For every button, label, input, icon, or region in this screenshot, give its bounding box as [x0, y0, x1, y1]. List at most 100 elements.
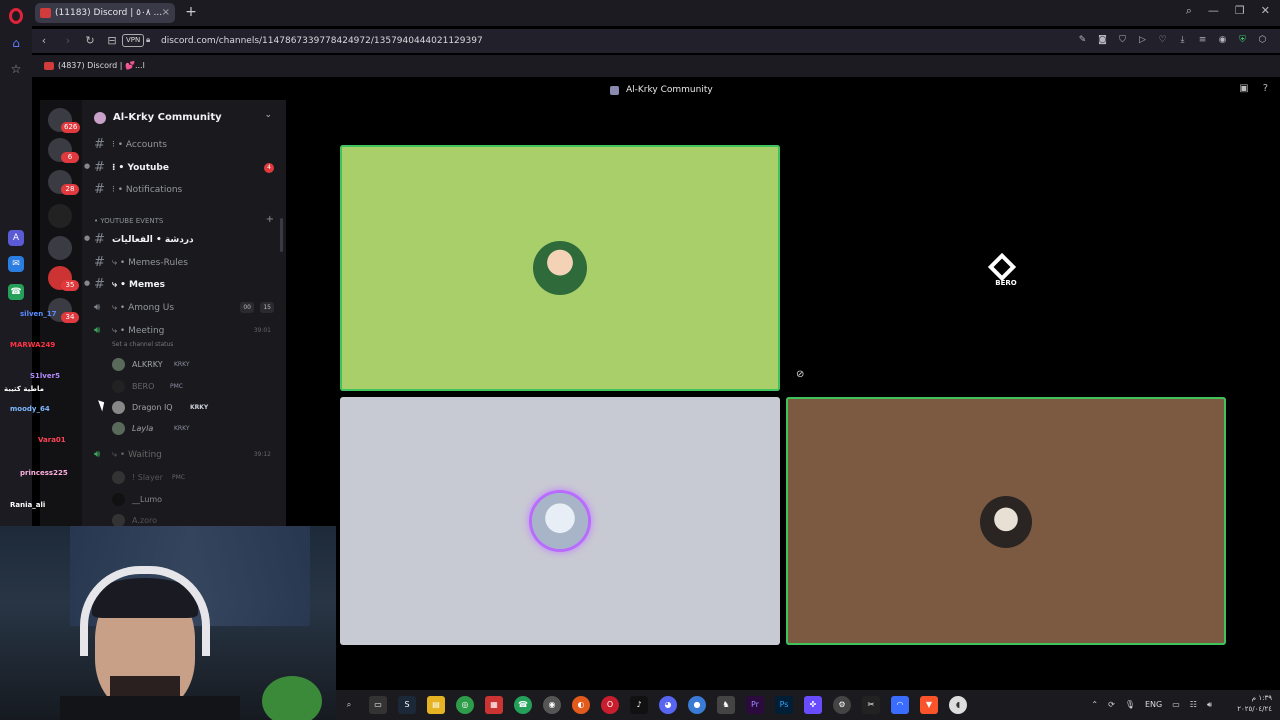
star-icon[interactable]: ☆: [9, 62, 23, 76]
server-icon-4[interactable]: [48, 204, 72, 228]
premiere-icon[interactable]: Pr: [746, 696, 764, 714]
lock-icon[interactable]: 🔒︎: [146, 35, 154, 45]
user-count: 00: [240, 302, 254, 313]
server-icon-3[interactable]: 28: [48, 170, 79, 195]
voice-channel-among-us[interactable]: 🔊︎ ⤷ • Among Us 00 15: [82, 298, 286, 318]
heart-icon[interactable]: ♡: [1157, 33, 1168, 47]
sidebar-app-aria-icon[interactable]: A: [8, 230, 24, 246]
edit-icon[interactable]: ✎: [1077, 33, 1088, 47]
opera-logo-icon[interactable]: [9, 8, 23, 24]
download-icon[interactable]: ⤓: [1177, 33, 1188, 47]
channel-youtube[interactable]: ● # ⁝ • Youtube 4: [82, 158, 286, 178]
home-icon[interactable]: ⌂: [9, 36, 23, 50]
url-field[interactable]: discord.com/channels/1147867339778424972…: [161, 34, 483, 48]
photoshop-icon[interactable]: Ps: [775, 696, 793, 714]
video-tile-layla[interactable]: [786, 397, 1226, 645]
channel-accounts[interactable]: # ⁝ • Accounts: [82, 135, 286, 155]
chevron-up-icon[interactable]: ⌃: [1091, 698, 1098, 712]
tab-discord[interactable]: (11183) Discord | ٥٠٨ ... ×: [35, 3, 175, 23]
settings-icon[interactable]: ⚙: [833, 696, 851, 714]
add-channel-icon[interactable]: +: [266, 214, 274, 225]
set-channel-status[interactable]: Set a channel status: [112, 341, 173, 348]
minimize-button[interactable]: —: [1208, 4, 1219, 18]
task-view-icon[interactable]: ▭: [369, 696, 387, 714]
bookmark-discord[interactable]: (4837) Discord | 💕...l: [44, 59, 145, 73]
channel-memes-rules[interactable]: # ⤷ • Memes-Rules: [82, 253, 286, 273]
mouse-app-icon[interactable]: ◖: [949, 696, 967, 714]
video-tile-bero[interactable]: BERO: [786, 145, 1226, 391]
inbox-icon[interactable]: ▣: [1239, 83, 1248, 94]
chrome-icon[interactable]: ◎: [456, 696, 474, 714]
app-icon[interactable]: ▦: [485, 696, 503, 714]
search-icon[interactable]: ⌕: [340, 696, 358, 714]
back-button[interactable]: ‹: [36, 33, 52, 49]
steam-icon[interactable]: S: [398, 696, 416, 714]
category-youtube-events[interactable]: • YOUTUBE EVENTS: [94, 215, 163, 227]
capcut-icon[interactable]: ✂: [862, 696, 880, 714]
voice-user-bero[interactable]: BERO PMC: [112, 378, 282, 396]
opera-icon[interactable]: O: [601, 696, 619, 714]
search-tabs-icon[interactable]: ⌕: [1186, 4, 1192, 18]
speaker-icon: 🔊︎: [94, 302, 101, 313]
volume-icon[interactable]: 🔊︎: [1207, 698, 1212, 712]
channel-events-chat[interactable]: ● # دردشة • الفعاليات: [82, 230, 286, 250]
chevron-down-icon[interactable]: ⌄: [264, 110, 272, 120]
camera-icon[interactable]: ◙: [1097, 33, 1108, 47]
firefox-icon[interactable]: ◐: [572, 696, 590, 714]
maximize-button[interactable]: ❐: [1235, 4, 1245, 18]
voice-user-alkrky[interactable]: ALKRKY KRKY: [112, 356, 282, 374]
voice-channel-meeting[interactable]: 🔊︎ ⤷ • Meeting 39:01: [82, 321, 286, 341]
channel-label: ⤷ • Memes-Rules: [112, 258, 188, 268]
server-badge: 35: [61, 280, 79, 291]
voice-user-dragon-iq[interactable]: Dragon IQ KRKY: [112, 399, 282, 417]
whatsapp-icon[interactable]: ☎: [8, 284, 24, 300]
controller-icon[interactable]: ✜: [804, 696, 822, 714]
tiktok-icon[interactable]: ♪: [630, 696, 648, 714]
help-icon[interactable]: ?: [1263, 83, 1268, 94]
network-icon[interactable]: ☷: [1190, 698, 1197, 712]
app-game-icon[interactable]: ♞: [717, 696, 735, 714]
brave-icon[interactable]: ▼: [920, 696, 938, 714]
forward-button[interactable]: ›: [60, 33, 76, 49]
app-blue-icon[interactable]: ●: [688, 696, 706, 714]
sync-icon[interactable]: ⟳: [1108, 698, 1115, 712]
close-tab-icon[interactable]: ×: [162, 3, 170, 23]
server-icon-6[interactable]: 35: [48, 266, 79, 291]
server-header[interactable]: Al-Krky Community ⌄: [82, 108, 286, 128]
messenger-icon[interactable]: ✉: [8, 256, 24, 272]
obs-icon[interactable]: ◉: [543, 696, 561, 714]
language-indicator[interactable]: ENG: [1145, 698, 1162, 712]
channel-label: ⁝ • Notifications: [112, 185, 183, 195]
whatsapp-icon[interactable]: ☎: [514, 696, 532, 714]
channel-label: ⤷ • Waiting: [112, 450, 162, 460]
voice-channel-waiting[interactable]: 🔊︎ ⤷ • Waiting 39:12: [82, 445, 286, 465]
channel-memes[interactable]: ● # ⤷ • Memes: [82, 275, 286, 295]
server-icon-1[interactable]: 626: [48, 108, 81, 133]
play-icon[interactable]: ▷: [1137, 33, 1148, 47]
video-tile-alkrky[interactable]: [340, 145, 780, 391]
video-tile-dragon-iq[interactable]: [340, 397, 780, 645]
channel-notifications[interactable]: # ⁝ • Notifications: [82, 180, 286, 200]
vpn-badge[interactable]: VPN: [122, 34, 145, 47]
server-icon-5[interactable]: [48, 236, 72, 260]
voice-user-lumo[interactable]: __Lumo: [112, 491, 282, 509]
clock[interactable]: ١:٣٩ م ٢٠٢٥/٠٤/٢٤: [1237, 693, 1272, 715]
voice-user-slayer[interactable]: ! Slayer PMC: [112, 469, 282, 487]
voice-user-layla[interactable]: Layla KRKY: [112, 420, 282, 438]
extensions-icon[interactable]: ⬡: [1257, 33, 1268, 47]
extension-shield-icon[interactable]: ⛨: [1237, 33, 1248, 47]
menu-icon[interactable]: ≡: [1197, 33, 1208, 47]
file-explorer-icon[interactable]: ▤: [427, 696, 445, 714]
server-icon-2[interactable]: 6: [48, 138, 79, 163]
close-window-button[interactable]: ✕: [1261, 4, 1270, 18]
shield-icon[interactable]: ⛉: [1117, 33, 1128, 47]
discord-icon[interactable]: ◕: [659, 696, 677, 714]
app-arc-icon[interactable]: ◠: [891, 696, 909, 714]
new-tab-button[interactable]: +: [182, 3, 200, 21]
display-icon[interactable]: ▭: [1172, 698, 1180, 712]
tab-snapshot-icon[interactable]: ⊟: [104, 33, 120, 49]
mic-icon[interactable]: 🎙︎: [1125, 698, 1135, 712]
profile-icon[interactable]: ◉: [1217, 33, 1228, 47]
reload-button[interactable]: ↻: [82, 33, 98, 49]
channel-label: ⤷ • Meeting: [112, 326, 165, 336]
